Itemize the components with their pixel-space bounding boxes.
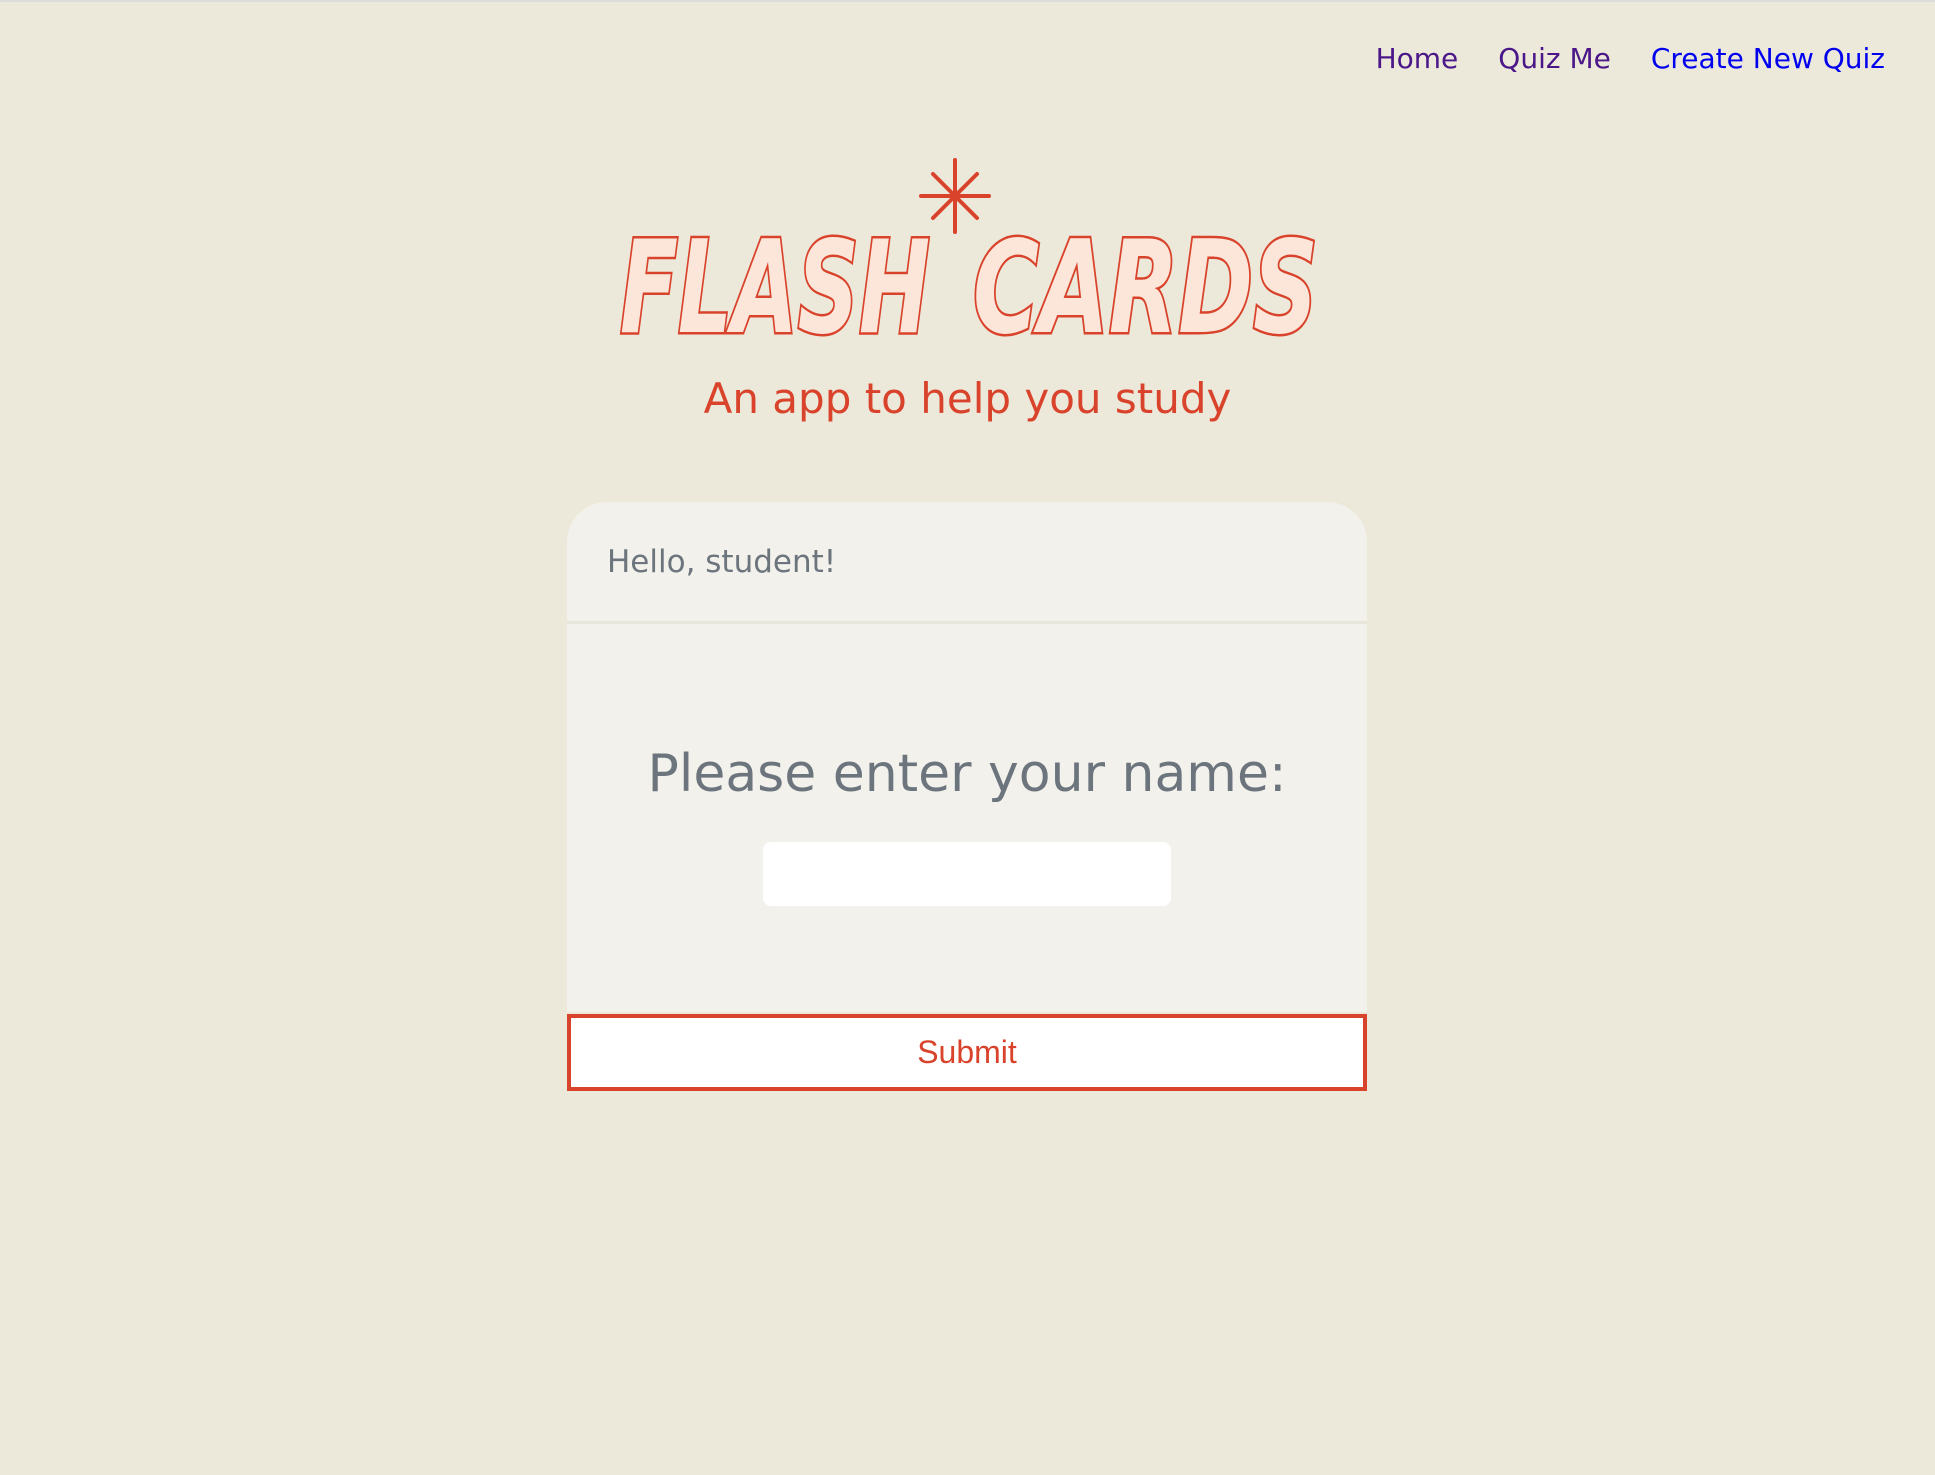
greeting-text: Hello, student! — [607, 543, 837, 580]
submit-button[interactable]: Submit — [567, 1014, 1367, 1091]
logo-flash-text: FLASH — [620, 214, 930, 342]
nav-link-home[interactable]: Home — [1376, 42, 1459, 75]
card-body: Please enter your name: — [567, 624, 1367, 1012]
name-input[interactable] — [763, 842, 1171, 906]
name-entry-card: Hello, student! Please enter your name: … — [567, 502, 1367, 1092]
logo-cards-text: CARDS — [973, 214, 1318, 342]
nav-link-quiz-me[interactable]: Quiz Me — [1498, 42, 1611, 75]
tagline: An app to help you study — [703, 374, 1232, 423]
nav-link-create-new-quiz[interactable]: Create New Quiz — [1651, 42, 1885, 75]
flash-cards-logo: FLASH CARDS — [618, 158, 1321, 342]
card-header: Hello, student! — [567, 502, 1367, 624]
top-nav: Home Quiz Me Create New Quiz — [1376, 42, 1885, 75]
name-prompt: Please enter your name: — [647, 744, 1287, 804]
